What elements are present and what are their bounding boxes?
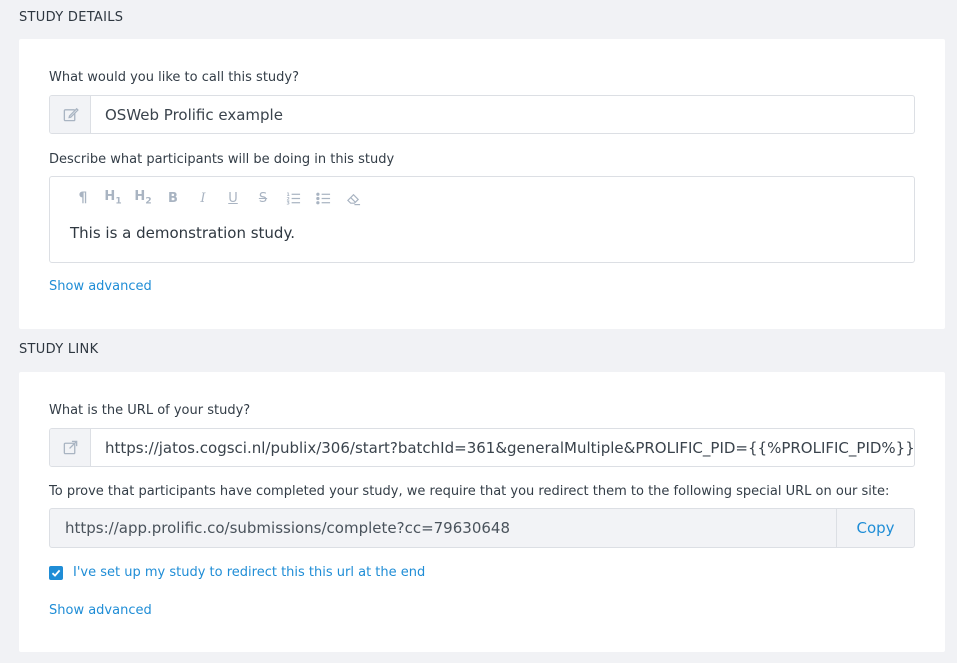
- underline-icon[interactable]: U: [218, 189, 248, 207]
- description-label: Describe what participants will be doing…: [49, 152, 395, 167]
- editor-toolbar: ¶ H1 H2 B I U S 1 2 3: [68, 189, 368, 207]
- study-name-label: What would you like to call this study?: [49, 70, 300, 85]
- study-name-input[interactable]: OSWeb Prolific example: [91, 96, 914, 133]
- ordered-list-icon[interactable]: 1 2 3: [278, 189, 308, 207]
- study-url-label: What is the URL of your study?: [49, 403, 251, 418]
- italic-icon[interactable]: I: [188, 189, 218, 207]
- show-advanced-link-url[interactable]: Show advanced: [49, 603, 152, 618]
- bold-icon[interactable]: B: [158, 189, 188, 207]
- completion-url-value: https://app.prolific.co/submissions/comp…: [65, 519, 510, 537]
- study-details-heading: STUDY DETAILS: [19, 10, 124, 25]
- checkmark-icon: [51, 569, 61, 577]
- study-details-card: What would you like to call this study? …: [19, 39, 945, 329]
- svg-text:3: 3: [286, 200, 289, 205]
- heading1-button[interactable]: H1: [98, 189, 128, 207]
- paragraph-icon[interactable]: ¶: [68, 189, 98, 207]
- description-editor[interactable]: ¶ H1 H2 B I U S 1 2 3 This is a demonstr…: [49, 176, 915, 263]
- redirect-confirmation[interactable]: I've set up my study to redirect this th…: [49, 565, 425, 580]
- heading2-button[interactable]: H2: [128, 189, 158, 207]
- study-name-field[interactable]: OSWeb Prolific example: [49, 95, 915, 134]
- eraser-icon[interactable]: [338, 189, 368, 207]
- copy-button[interactable]: Copy: [836, 509, 914, 547]
- redirect-checkbox[interactable]: [49, 565, 63, 580]
- redirect-checkbox-label[interactable]: I've set up my study to redirect this th…: [73, 565, 425, 580]
- study-link-card: What is the URL of your study? https://j…: [19, 372, 945, 652]
- external-link-icon: [50, 429, 91, 466]
- study-url-field[interactable]: https://jatos.cogsci.nl/publix/306/start…: [49, 428, 915, 467]
- strikethrough-icon[interactable]: S: [248, 189, 278, 207]
- show-advanced-link-details[interactable]: Show advanced: [49, 279, 152, 294]
- completion-url-label: To prove that participants have complete…: [49, 484, 890, 499]
- bullet-list-icon[interactable]: [308, 189, 338, 207]
- heading2-icon: H2: [134, 189, 152, 207]
- edit-icon: [50, 96, 91, 133]
- study-url-input[interactable]: https://jatos.cogsci.nl/publix/306/start…: [91, 429, 914, 466]
- study-link-heading: STUDY LINK: [19, 342, 99, 357]
- description-text[interactable]: This is a demonstration study.: [70, 224, 295, 242]
- completion-url-field: https://app.prolific.co/submissions/comp…: [49, 508, 915, 548]
- heading1-icon: H1: [104, 189, 122, 207]
